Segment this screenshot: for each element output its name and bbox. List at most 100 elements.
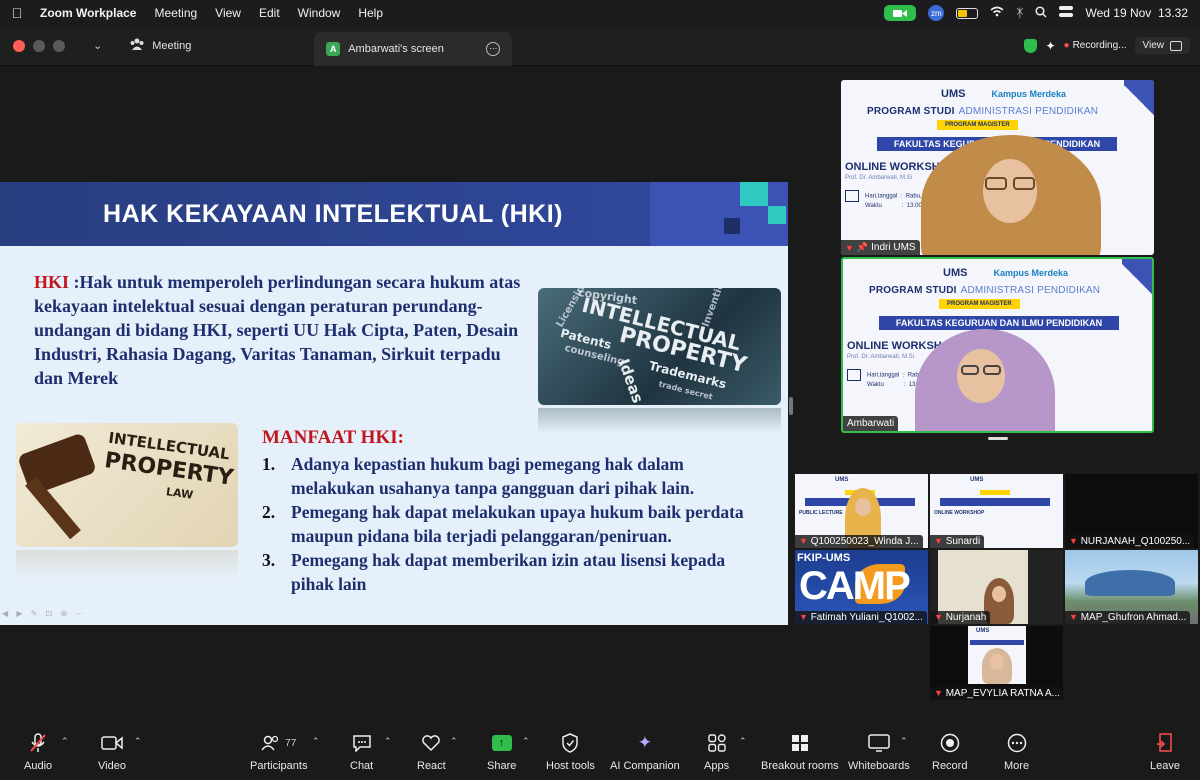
close-window-button[interactable] — [13, 39, 25, 52]
encryption-shield-icon[interactable] — [1024, 38, 1038, 53]
camera-in-use-icon[interactable] — [884, 5, 917, 21]
chat-bubble-icon — [352, 730, 372, 756]
participants-icon: 77 — [261, 730, 296, 756]
intellectual-property-image: copyright Invention Licensing INTELLECTU… — [538, 288, 781, 405]
minimize-window-button[interactable] — [33, 39, 45, 52]
share-button[interactable]: ↑ Share — [487, 730, 516, 772]
battery-icon[interactable] — [956, 7, 979, 19]
chevron-up-icon[interactable]: ⌃ — [739, 736, 747, 747]
manfaat-title: MANFAAT HKI: — [262, 427, 404, 448]
hki-definition: HKI :Hak untuk memperoleh perlindungan s… — [34, 270, 534, 390]
record-button[interactable]: Record — [932, 730, 967, 772]
view-button[interactable]: View — [1134, 37, 1190, 54]
leave-button[interactable]: Leave — [1150, 730, 1180, 772]
participant-name-tag: ▼ NURJANAH_Q100250... — [1065, 535, 1195, 548]
mic-muted-icon: ▼ — [799, 536, 808, 546]
presenter-name: Prof. Dr. Ambarwati, M.Si — [847, 354, 915, 360]
participant-name-tag: ▼ MAP_EVYLIA RATNA A... — [930, 687, 1062, 700]
zoom-status-icon[interactable]: zm — [928, 5, 945, 21]
react-label: React — [417, 760, 446, 772]
window-controls — [0, 39, 65, 52]
apps-button[interactable]: Apps — [704, 730, 729, 772]
fakultas-banner — [970, 640, 1024, 645]
chevron-up-icon[interactable]: ⌃ — [61, 736, 69, 747]
more-label: More — [1004, 760, 1030, 772]
face — [983, 159, 1037, 223]
chevron-up-icon[interactable]: ⌃ — [522, 736, 530, 747]
mic-muted-icon: ▼ — [799, 612, 808, 622]
video-tile-small[interactable]: FKIP-UMS CAMP ▼ Fatimah Yuliani_Q1002... — [795, 550, 928, 624]
image-reflection — [16, 550, 238, 580]
breakout-rooms-button[interactable]: Breakout rooms — [761, 730, 839, 772]
ums-logo: UMS — [835, 477, 849, 483]
fullscreen-window-button[interactable] — [53, 39, 65, 52]
tile-decoration — [1122, 259, 1152, 299]
menubar-datetime[interactable]: Wed 19 Nov 13.32 — [1085, 6, 1188, 20]
chat-label: Chat — [350, 760, 374, 772]
menu-app-name[interactable]: Zoom Workplace — [34, 6, 145, 20]
video-tile-small[interactable]: UMS PUBLIC LECTURE ▼ Q100250023_Winda J.… — [795, 474, 928, 548]
video-tile-small[interactable]: ▼ NURJANAH_Q100250... — [1065, 474, 1198, 548]
list-item: 1. Adanya kepastian hukum bagi pemegang h… — [262, 452, 762, 500]
bluetooth-icon[interactable]: ᛡ — [1016, 6, 1023, 20]
participant-name-tag: ▼ Fatimah Yuliani_Q1002... — [795, 611, 927, 624]
presenter-name: Prof. Dr. Ambarwati, M.Si — [845, 175, 913, 181]
more-button[interactable]: More — [1004, 730, 1029, 772]
ai-sparkle-icon[interactable]: ✦ — [1045, 39, 1055, 53]
ai-companion-button[interactable]: ✦ AI Companion — [610, 730, 680, 772]
glasses — [1013, 177, 1035, 190]
avatar: A — [326, 41, 341, 56]
list-text: Pemegang hak dapat memberikan izin atau … — [291, 550, 726, 594]
video-tile-small[interactable]: UMS ▼ MAP_EVYLIA RATNA A... — [930, 626, 1063, 700]
search-icon[interactable] — [1035, 5, 1048, 21]
control-center-icon[interactable] — [1059, 6, 1074, 20]
camp-label: CAMP — [799, 564, 911, 608]
share-label: Share — [487, 760, 517, 772]
react-button[interactable]: React — [417, 730, 446, 772]
host-tools-button[interactable]: Host tools — [546, 730, 595, 772]
tab-shared-screen[interactable]: A Ambarwati's screen ⋯ — [314, 31, 513, 66]
glasses — [985, 177, 1007, 190]
recording-indicator[interactable]: ● Recording... — [1064, 40, 1127, 51]
shared-slide: HAK KEKAYAAN INTELEKTUAL (HKI) HKI :Hak … — [0, 182, 788, 625]
split-view-resize-handle[interactable] — [789, 397, 793, 415]
menu-meeting[interactable]: Meeting — [145, 6, 206, 20]
audio-button[interactable]: Audio — [24, 730, 52, 772]
video-tile-small[interactable]: ▼ Nurjanah — [930, 550, 1063, 624]
more-icon — [1007, 730, 1027, 756]
video-tile-small[interactable]: ▼ MAP_Ghufron Ahmad... — [1065, 550, 1198, 624]
video-button[interactable]: Video — [98, 730, 126, 772]
participant-name-tag: ▼ Nurjanah — [930, 611, 991, 624]
glasses — [983, 365, 1001, 375]
chevron-up-icon[interactable]: ⌃ — [312, 736, 320, 747]
chevron-up-icon[interactable]: ⌃ — [384, 736, 392, 747]
video-label: Video — [98, 760, 126, 772]
wifi-icon[interactable] — [990, 6, 1004, 20]
video-tile-ambarwati[interactable]: UMS Kampus Merdeka PROGRAM STUDI ADMINISTR… — [841, 257, 1154, 433]
participants-count: 77 — [285, 737, 297, 749]
list-text: Pemegang hak dapat melakukan upaya hukum… — [291, 502, 744, 546]
slide-playback-controls[interactable]: ◀ ▶ ✎ ⊡ ⊕ ⋯ — [2, 609, 87, 618]
chevron-down-icon[interactable]: ⌄ — [93, 39, 102, 52]
menu-edit[interactable]: Edit — [250, 6, 289, 20]
calendar-icon — [845, 190, 859, 202]
fakultas-banner: FAKULTAS KEGURUAN DAN ILMU PENDIDIKAN — [879, 316, 1119, 330]
record-dot-icon: ● — [1063, 40, 1070, 51]
chevron-up-icon[interactable]: ⌃ — [450, 736, 458, 747]
ai-sparkle-icon: ✦ — [637, 733, 652, 752]
tab-meeting[interactable]: Meeting — [118, 26, 314, 66]
participants-button[interactable]: 77 Participants — [250, 730, 307, 772]
chat-button[interactable]: Chat — [350, 730, 373, 772]
apple-icon[interactable]:  — [0, 5, 34, 21]
fakultas-banner — [940, 498, 1050, 506]
image-word: LAW — [165, 485, 194, 502]
menu-window[interactable]: Window — [289, 6, 350, 20]
chevron-up-icon[interactable]: ⌃ — [900, 736, 908, 747]
chevron-up-icon[interactable]: ⌃ — [134, 736, 142, 747]
video-tile-small[interactable]: UMS ONLINE WORKSHOP ▼ Sunardi — [930, 474, 1063, 548]
menu-view[interactable]: View — [206, 6, 250, 20]
menu-help[interactable]: Help — [349, 6, 392, 20]
more-options-icon[interactable]: ⋯ — [486, 41, 501, 56]
gallery-resize-handle[interactable] — [988, 437, 1008, 440]
video-tile-indri[interactable]: UMS Kampus Merdeka PROGRAM STUDI ADMINISTR… — [841, 80, 1154, 255]
